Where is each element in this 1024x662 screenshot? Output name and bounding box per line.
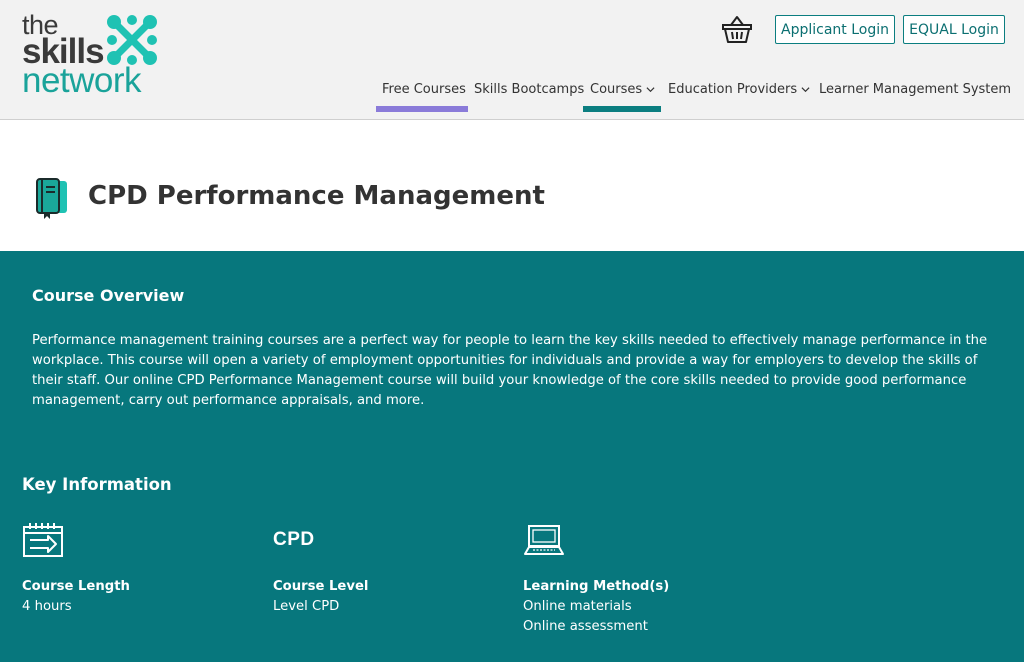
info-label: Course Level xyxy=(273,579,369,594)
applicant-login-button[interactable]: Applicant Login xyxy=(775,15,895,44)
info-value: 4 hours xyxy=(22,599,72,614)
course-level-block: CPD Course Level Level CPD xyxy=(273,521,368,614)
logo-mark-icon xyxy=(107,15,157,65)
key-information-heading: Key Information xyxy=(22,475,172,494)
page-title: CPD Performance Management xyxy=(88,181,545,211)
site-header: the skills network Applicant Login EQUAL… xyxy=(0,0,1024,120)
laptop-icon xyxy=(523,521,565,559)
course-overview-heading: Course Overview xyxy=(32,286,185,305)
cpd-icon: CPD xyxy=(273,521,315,559)
info-value: Level CPD xyxy=(273,599,340,614)
info-value: Online assessment xyxy=(523,619,648,634)
nav-label: Learner Management System xyxy=(819,82,1012,97)
info-value: Online materials xyxy=(523,599,632,614)
logo-word-network: network xyxy=(22,61,142,100)
course-details-section: Course Overview Performance management t… xyxy=(0,251,1024,662)
skills-network-logo[interactable]: the skills network xyxy=(22,8,172,100)
info-label: Course Length xyxy=(22,579,130,594)
nav-label: Education Providers xyxy=(668,82,798,97)
basket-icon[interactable] xyxy=(721,14,753,44)
nav-free-courses[interactable]: Free Courses xyxy=(382,82,466,97)
courses-active-underline xyxy=(583,106,661,112)
nav-education-providers[interactable]: Education Providers xyxy=(668,82,810,97)
cpd-icon-text: CPD xyxy=(273,529,315,550)
equal-login-button[interactable]: EQUAL Login xyxy=(903,15,1005,44)
nav-courses[interactable]: Courses xyxy=(590,82,655,97)
nav-skills-bootcamps[interactable]: Skills Bootcamps xyxy=(474,82,584,97)
info-label: Learning Method(s) xyxy=(523,579,670,594)
course-overview-text: Performance management training courses … xyxy=(32,333,988,408)
book-icon xyxy=(34,178,70,220)
nav-label: Courses xyxy=(590,82,643,97)
title-band: CPD Performance Management xyxy=(0,121,1024,251)
chevron-down-icon xyxy=(646,87,655,93)
chevron-down-icon xyxy=(801,87,810,93)
free-courses-active-underline xyxy=(376,106,468,112)
course-length-block: Course Length 4 hours xyxy=(22,521,130,614)
nav-learner-management-system[interactable]: Learner Management System xyxy=(819,82,1011,97)
nav-label: Free Courses xyxy=(382,82,466,97)
nav-label: Skills Bootcamps xyxy=(474,82,585,97)
learning-method-block: Learning Method(s) Online materials Onli… xyxy=(523,521,669,634)
calendar-arrow-icon xyxy=(22,521,64,559)
